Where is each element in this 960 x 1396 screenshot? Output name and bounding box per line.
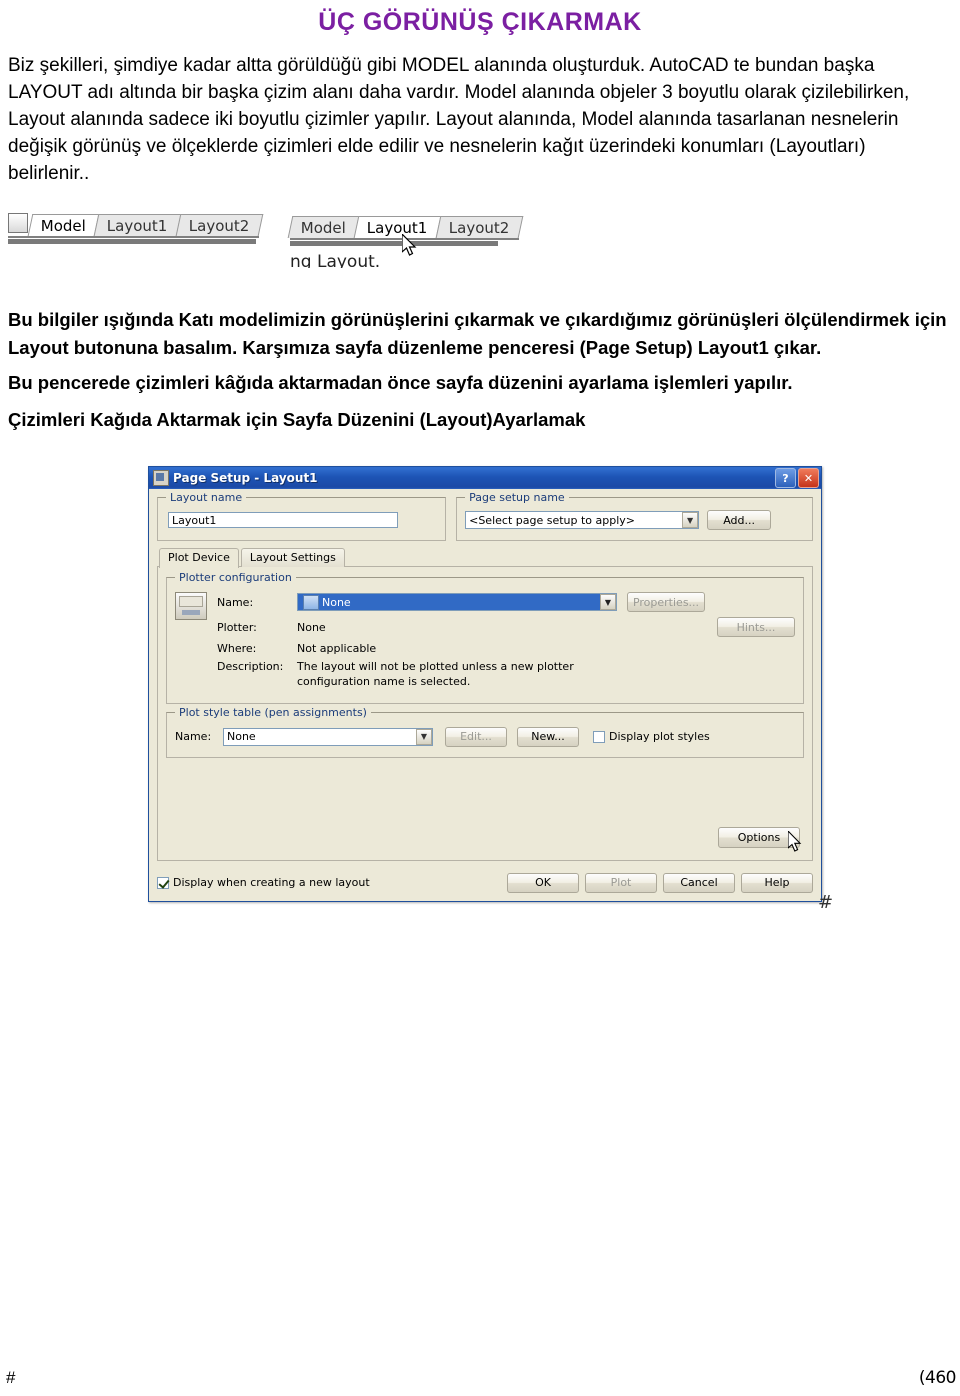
edit-button[interactable]: Edit... [445, 726, 507, 747]
model-space-icon [8, 212, 28, 233]
tab-layout2-2[interactable]: Layout2 [435, 215, 523, 238]
chevron-down-icon-plotter[interactable]: ▼ [600, 594, 616, 610]
paragraph-2: Bu bilgiler ışığında Katı modelimizin gö… [8, 308, 947, 358]
tab-model[interactable]: Model [27, 213, 100, 236]
tab-layout1-2[interactable]: Layout1 [353, 215, 441, 238]
display-when-creating-checkbox[interactable]: Display when creating a new layout [157, 876, 370, 889]
page-title: ÜÇ GÖRÜNÜŞ ÇIKARMAK [318, 8, 642, 36]
tabstrip-right-underline [290, 240, 498, 246]
display-plot-styles-checkbox[interactable]: Display plot styles [593, 730, 710, 743]
page-setup-name-value: <Select page setup to apply> [469, 513, 636, 527]
add-button[interactable]: Add... [707, 510, 772, 530]
footer-buttons: OK Plot Cancel Help [501, 872, 813, 893]
close-icon[interactable]: ✕ [798, 468, 819, 488]
tabstrip-partial-text: ng Layout. [290, 251, 381, 268]
plotter-name-row: Name: None ▼ Properties... [217, 592, 795, 612]
new-button[interactable]: New... [517, 726, 579, 747]
layout-name-legend: Layout name [166, 491, 247, 504]
tab-plot-device-label: Plot Device [168, 551, 230, 564]
chevron-down-icon-style[interactable]: ▼ [416, 728, 432, 745]
display-when-creating-box[interactable] [157, 876, 169, 889]
plotter-name-value: None [322, 595, 351, 609]
dialog-title: Page Setup - Layout1 [173, 471, 318, 485]
footer-page-number-right: (460 [918, 1368, 957, 1388]
layout-name-group: Layout name Layout1 [157, 491, 447, 541]
tabstrip-right: Model Layout1 Layout2 ng Layout. [287, 208, 523, 268]
properties-button[interactable]: Properties... [627, 592, 705, 612]
options-button[interactable]: Options [718, 826, 800, 848]
tab-layout2-label: Layout2 [188, 216, 249, 235]
plot-style-name-label: Name: [175, 730, 212, 744]
page-setup-dialog: Page Setup - Layout1 ? ✕ Layout name Lay… [148, 466, 822, 902]
plotter-label: Plotter: [217, 620, 257, 634]
dialog-hash-mark: # [818, 892, 834, 913]
panel-spacer: Options [166, 762, 804, 852]
dialog-body: Layout name Layout1 Page setup name <Sel… [149, 489, 821, 869]
where-row: Where: Not applicable [217, 642, 795, 655]
cancel-button[interactable]: Cancel [663, 872, 735, 893]
plot-device-panel: Plotter configuration Name: None ▼ Prope… [157, 566, 813, 861]
tab-plot-device[interactable]: Plot Device [159, 548, 239, 568]
intro-text-block: Biz şekilleri, şimdiye kadar altta görül… [0, 53, 960, 188]
plotter-config-content: Name: None ▼ Properties... Plotter: None… [175, 592, 795, 695]
dialog-titlebar[interactable]: Page Setup - Layout1 ? ✕ [149, 467, 821, 489]
plotter-row: Plotter: None Hints... [217, 617, 795, 637]
tab-layout-settings-label: Layout Settings [249, 551, 336, 564]
help-button[interactable]: Help [741, 872, 813, 893]
plot-style-table-group: Plot style table (pen assignments) Name:… [166, 705, 804, 758]
display-when-creating-label: Display when creating a new layout [173, 876, 370, 890]
plotter-configuration-legend: Plotter configuration [175, 571, 296, 584]
tab-model-2[interactable]: Model [287, 215, 360, 238]
plotter-icon [175, 592, 207, 620]
where-value: Not applicable [297, 642, 377, 655]
printer-icon [303, 594, 319, 610]
ok-button[interactable]: OK [507, 872, 579, 893]
dialog-tabs: Plot Device Layout Settings [159, 547, 813, 568]
tab-model-label: Model [40, 216, 86, 235]
page-setup-name-combo[interactable]: <Select page setup to apply> ▼ [465, 511, 700, 529]
paragraph-1: Biz şekilleri, şimdiye kadar altta görül… [8, 55, 910, 184]
plot-style-row: Name: None ▼ Edit... New... Display plot… [175, 726, 795, 747]
tabstrip-left-underline [8, 238, 256, 244]
tab-layout2-2-label: Layout2 [448, 218, 509, 237]
description-value: The layout will not be plotted unless a … [297, 660, 574, 688]
display-plot-styles-label: Display plot styles [609, 730, 710, 744]
tab-layout-settings[interactable]: Layout Settings [240, 548, 345, 567]
paragraph-3: Bu pencerede çizimleri kâğıda aktarmadan… [8, 372, 793, 394]
tab-layout2[interactable]: Layout2 [175, 213, 263, 236]
dialog-top-row: Layout name Layout1 Page setup name <Sel… [157, 491, 813, 545]
plot-style-name-value: None [227, 730, 256, 744]
tab-model-2-label: Model [300, 218, 346, 237]
hints-button[interactable]: Hints... [717, 617, 795, 637]
plotter-name-label: Name: [217, 595, 254, 609]
plot-button[interactable]: Plot [585, 872, 657, 893]
plot-style-name-combo[interactable]: None ▼ [223, 727, 433, 746]
tab-layout1[interactable]: Layout1 [93, 213, 181, 236]
tabstrip-left-tabs: Model Layout1 Layout2 [8, 206, 263, 238]
description-row: Description: The layout will not be plot… [217, 660, 795, 690]
footer-page-number-left: # [6, 1368, 16, 1387]
page-setup-name-row: <Select page setup to apply> ▼ Add... [465, 510, 804, 530]
tabstrip-left: Model Layout1 Layout2 [8, 206, 263, 244]
description-label: Description: [217, 660, 284, 673]
plotter-value: None [297, 620, 326, 634]
layout-name-input[interactable]: Layout1 [168, 512, 398, 528]
plotter-configuration-group: Plotter configuration Name: None ▼ Prope… [166, 571, 804, 704]
where-label: Where: [217, 642, 257, 655]
body-text-block-2: Bu bilgiler ışığında Katı modelimizin gö… [0, 306, 960, 434]
dialog-footer: Display when creating a new layout OK Pl… [149, 869, 821, 901]
page-setup-icon [153, 470, 169, 486]
page-setup-name-group: Page setup name <Select page setup to ap… [456, 491, 813, 541]
layout-tabstrip-images: Model Layout1 Layout2 Model Layout1 Layo… [0, 206, 960, 284]
tab-layout1-label: Layout1 [106, 216, 168, 235]
plotter-name-combo[interactable]: None ▼ [297, 593, 617, 611]
section-heading: Çizimleri Kağıda Aktarmak için Sayfa Düz… [8, 409, 586, 431]
help-titlebar-button[interactable]: ? [775, 468, 796, 488]
display-plot-styles-box[interactable] [593, 730, 605, 743]
plot-style-table-legend: Plot style table (pen assignments) [175, 705, 371, 719]
chevron-down-icon[interactable]: ▼ [682, 512, 699, 528]
plotter-config-fields: Name: None ▼ Properties... Plotter: None… [217, 592, 795, 695]
page-setup-name-legend: Page setup name [465, 491, 569, 504]
document-page: ÜÇ GÖRÜNÜŞ ÇIKARMAK Biz şekilleri, şimdi… [0, 8, 960, 1396]
